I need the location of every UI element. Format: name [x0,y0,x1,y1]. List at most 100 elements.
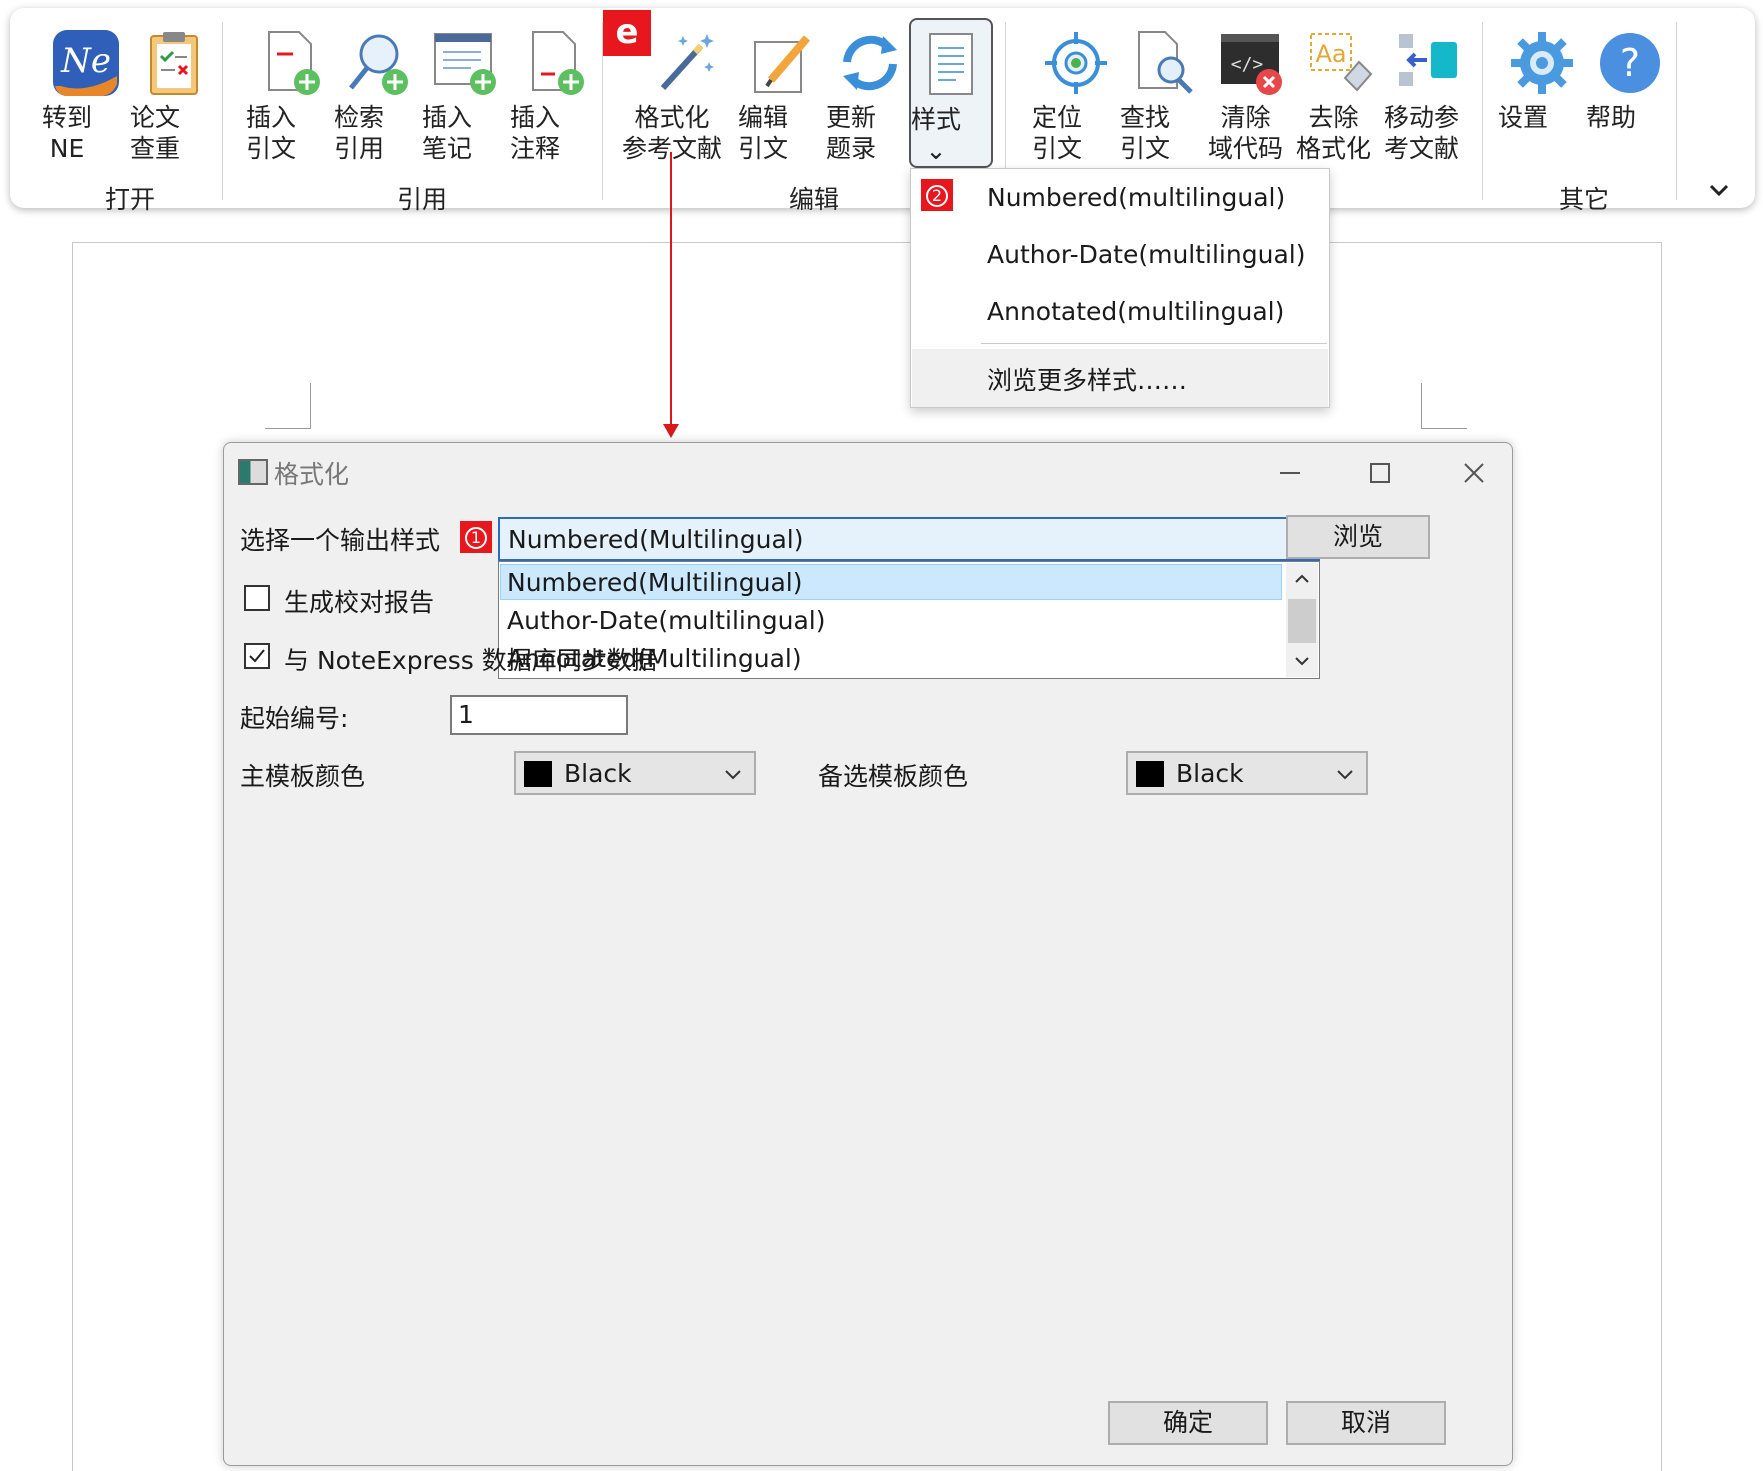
find-citation-button[interactable]: 查找 引文 [1120,18,1208,168]
style-label: 样式 ⌄ [911,105,962,165]
move-blocks-icon [1399,34,1457,86]
output-style-select[interactable]: Numbered(Multilingual) [498,517,1320,561]
alt-template-color-value: Black [1176,759,1244,788]
checkmark-icon [249,649,265,663]
search-citation-label: 检索 引用 [334,103,385,163]
clipboard-check-icon [150,32,198,95]
style-doc-icon [929,33,973,95]
edit-citation-button[interactable]: 编辑 引文 [738,18,826,168]
find-doc-icon [1138,31,1193,94]
search-citation-button[interactable]: 检索 引用 [334,18,422,168]
listbox-scrollbar[interactable] [1286,563,1318,677]
chevron-down-icon[interactable] [722,763,744,785]
eraser-icon: Aa [1310,33,1373,92]
chevron-up-icon[interactable] [1292,569,1312,589]
chevron-down-icon[interactable] [1705,176,1733,204]
clear-code-icon: </> [1221,34,1282,95]
ribbon-toolbar: Ne 转到 NE 论文 查重 打开 插入 引文 检索 引用 插入 笔记 插入 注… [10,8,1755,214]
annotation-marker-e: e [603,10,651,56]
group-separator [222,22,223,200]
update-bibliography-button[interactable]: 更新 题录 [826,18,914,168]
insert-note-button[interactable]: 插入 笔记 [422,18,510,168]
style-menu-item-browse-more[interactable]: 浏览更多样式…… [987,361,1187,397]
svg-text:?: ? [1620,41,1640,85]
ok-button[interactable]: 确定 [1108,1401,1268,1445]
edit-citation-label: 编辑 引文 [738,103,789,163]
remove-formatting-button[interactable]: Aa 去除 格式化 [1296,18,1384,168]
main-template-color-label: 主模板颜色 [240,762,366,791]
doc-add-icon [268,31,320,95]
update-bibliography-label: 更新 题录 [826,103,877,163]
callout-arrow [670,152,672,428]
group-label-other: 其它 [1558,185,1609,214]
style-menu-item-numbered[interactable]: Numbered(multilingual) [987,183,1285,212]
magic-wand-icon [660,34,714,91]
group-separator [1676,22,1677,200]
maximize-icon[interactable] [1360,453,1400,493]
scrollbar-thumb[interactable] [1288,599,1316,643]
locate-citation-button[interactable]: 定位 引文 [1032,18,1120,168]
search-add-icon [349,34,408,95]
refresh-icon [843,35,897,91]
remove-formatting-label: 去除 格式化 [1296,103,1372,163]
start-number-label: 起始编号: [240,704,349,733]
style-menu-item-annotated[interactable]: Annotated(multilingual) [987,297,1284,326]
chevron-down-icon[interactable] [1334,763,1356,785]
svg-text:</>: </> [1231,54,1264,75]
start-number-input[interactable]: 1 [450,695,628,735]
insert-note-label: 插入 笔记 [422,103,473,163]
main-template-color-select[interactable]: Black [514,751,756,795]
minimize-icon[interactable] [1270,453,1310,493]
format-bibliography-label: 格式化 参考文献 [622,103,723,163]
svg-text:Aa: Aa [1315,40,1346,68]
callout-arrow-head [663,424,679,438]
annotation-marker-1: 1 [460,521,492,553]
help-icon: ? [1600,33,1660,93]
sync-database-checkbox[interactable] [244,643,270,669]
group-label-edit: 编辑 [788,185,839,214]
svg-text:Ne: Ne [60,41,111,81]
settings-button[interactable]: 设置 [1498,18,1586,168]
annotation-marker-2: 2 [921,179,953,211]
help-button[interactable]: ? 帮助 [1586,18,1674,168]
generate-report-checkbox[interactable] [244,585,270,611]
clear-field-codes-button[interactable]: </> 清除 域代码 [1208,18,1296,168]
paper-check-button[interactable]: 论文 查重 [130,18,218,168]
style-menu-item-author-date[interactable]: Author-Date(multilingual) [987,240,1305,269]
format-dialog: 格式化 选择一个输出样式 1 Numbered(Multilingual) 浏览… [223,442,1513,1466]
style-dropdown-menu: 2 Numbered(multilingual) Author-Date(mul… [910,168,1330,408]
cancel-button[interactable]: 取消 [1286,1401,1446,1445]
crop-mark [1421,383,1467,429]
paper-check-label: 论文 查重 [130,103,181,163]
sync-database-label: 与 NoteExpress 数据库同步数据 [284,646,657,675]
insert-citation-button[interactable]: 插入 引文 [246,18,334,168]
style-option-numbered[interactable]: Numbered(Multilingual) [507,568,802,597]
dialog-titlebar[interactable]: 格式化 [224,443,1512,501]
output-style-value: Numbered(Multilingual) [508,525,804,554]
note-add-icon [434,33,496,95]
move-bibliography-button[interactable]: 移动参 考文献 [1384,18,1472,168]
goto-ne-button[interactable]: Ne 转到 NE [42,18,130,168]
noteexpress-logo-icon: Ne [53,30,119,96]
close-icon[interactable] [1454,453,1494,493]
app-window-icon [238,459,268,485]
help-label: 帮助 [1586,103,1637,132]
target-icon [1045,32,1107,94]
main-template-color-value: Black [564,759,632,788]
move-bibliography-label: 移动参 考文献 [1384,103,1460,163]
gear-icon [1511,32,1573,94]
select-style-label: 选择一个输出样式 [240,526,441,555]
color-swatch [524,761,552,787]
chevron-down-icon[interactable] [1292,651,1312,671]
group-label-cite: 引用 [396,185,447,214]
settings-label: 设置 [1498,103,1549,132]
alt-template-color-select[interactable]: Black [1126,751,1368,795]
find-citation-label: 查找 引文 [1120,103,1171,163]
browse-button[interactable]: 浏览 [1286,515,1430,559]
insert-citation-label: 插入 引文 [246,103,297,163]
insert-annotation-button[interactable]: 插入 注释 [510,18,598,168]
annotation-add-icon [532,31,584,95]
goto-ne-label: 转到 NE [42,103,93,163]
style-option-author-date[interactable]: Author-Date(multilingual) [507,606,825,635]
style-dropdown-button[interactable]: 样式 ⌄ [909,18,993,168]
